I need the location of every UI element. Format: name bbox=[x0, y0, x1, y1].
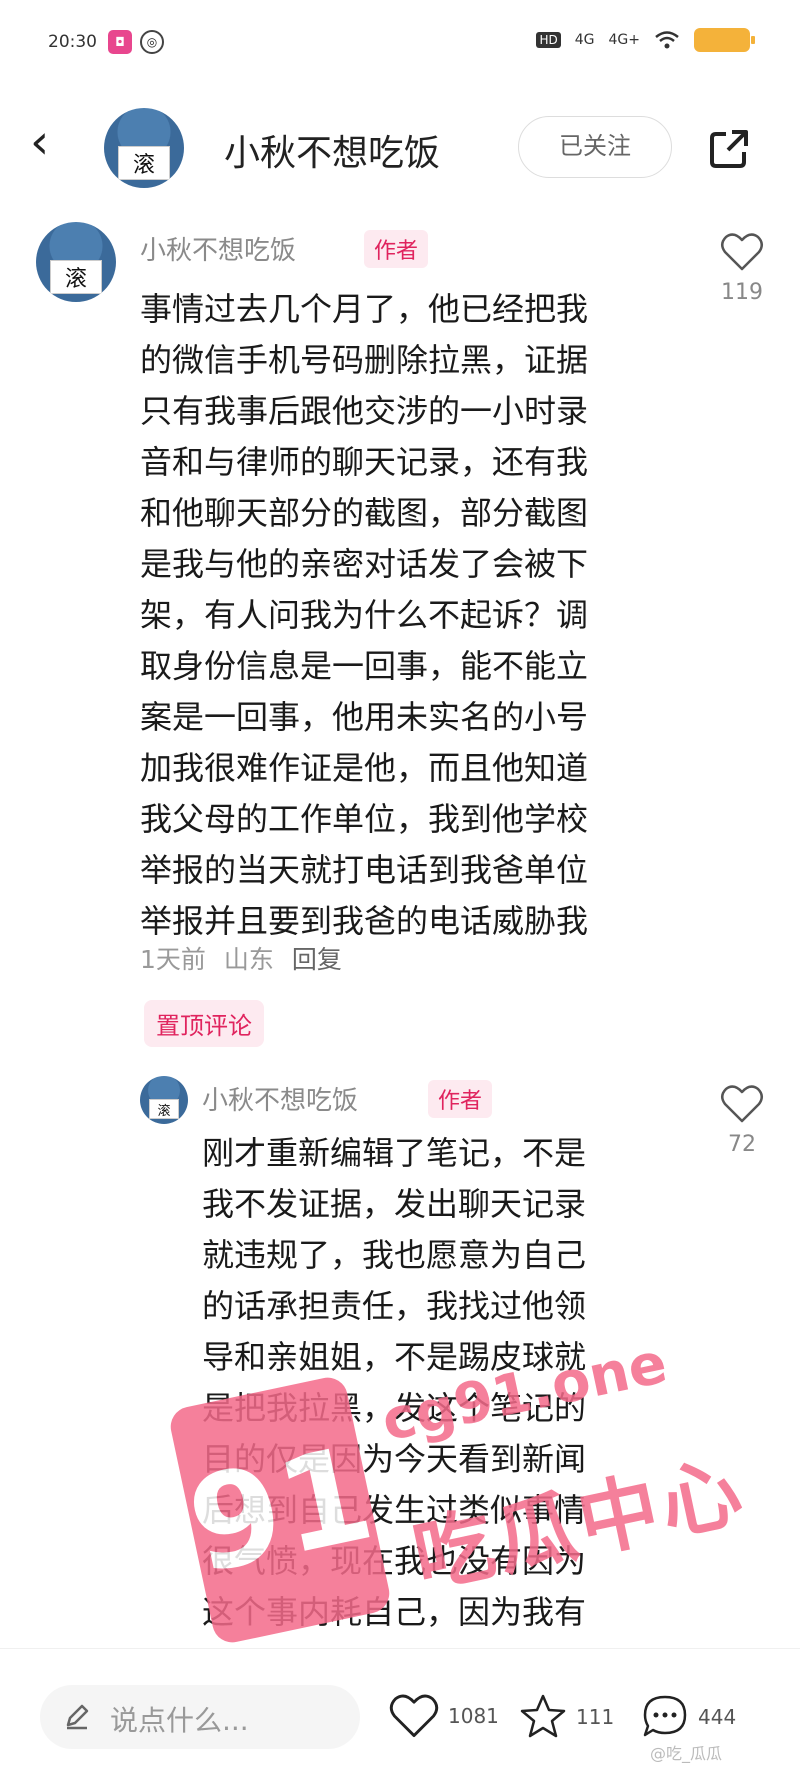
comment-text: 事情过去几个月了，他已经把我 的微信手机号码删除拉黑，证据 只有我事后跟他交涉的一小… bbox=[140, 284, 680, 947]
reply-avatar[interactable]: 滚 bbox=[140, 1076, 188, 1124]
comment-line: 的话承担责任，我找过他领 bbox=[202, 1287, 587, 1325]
hd-badge: HD bbox=[536, 32, 561, 48]
pinned-badge: 置顶评论 bbox=[144, 1000, 264, 1047]
comment-line: 就违规了，我也愿意为自己 bbox=[202, 1236, 587, 1274]
comment-line: 只有我事后跟他交涉的一小时录 bbox=[140, 392, 589, 430]
comment-input[interactable]: 说点什么... bbox=[40, 1685, 360, 1749]
share-icon[interactable] bbox=[706, 124, 754, 172]
comment-like[interactable]: 119 bbox=[712, 232, 772, 305]
status-bar: 20:30 ◘ ◎ HD 4G 4G+ bbox=[0, 0, 800, 80]
status-right: HD 4G 4G+ bbox=[536, 28, 755, 52]
back-arrow-icon[interactable]: ‹ bbox=[30, 118, 49, 166]
heart-icon[interactable] bbox=[720, 1084, 764, 1124]
comment-line: 取身份信息是一回事，能不能立 bbox=[140, 647, 589, 685]
signal-4g-plus: 4G+ bbox=[608, 32, 641, 48]
comment-line: 是把我拉黑，发这个笔记的 bbox=[202, 1389, 587, 1427]
comment-line: 案是一回事，他用未实名的小号 bbox=[140, 698, 589, 736]
post-collect-button[interactable]: 111 bbox=[518, 1693, 614, 1741]
comment-line: 举报的当天就打电话到我爸单位 bbox=[140, 851, 589, 889]
bottom-bar: 说点什么... 1081 111 444 bbox=[0, 1648, 800, 1778]
comment-line: 我父母的工作单位，我到他学校 bbox=[140, 800, 589, 838]
comment-avatar[interactable]: 滚 bbox=[36, 222, 116, 302]
heart-icon bbox=[389, 1694, 439, 1737]
reply-button[interactable]: 回复 bbox=[292, 945, 342, 974]
app-notification-icon: ◘ bbox=[108, 30, 132, 54]
comment-username[interactable]: 小秋不想吃饭 bbox=[140, 230, 296, 267]
comment-line: 后想到自己发生过类似事情 bbox=[202, 1491, 587, 1529]
wifi-icon bbox=[655, 31, 679, 49]
heart-icon[interactable] bbox=[720, 232, 764, 272]
comment-line: 架，有人问我为什么不起诉？调 bbox=[140, 596, 589, 634]
comment-line: 刚才重新编辑了笔记，不是 bbox=[202, 1134, 587, 1172]
avatar-sign-text: 滚 bbox=[148, 1099, 180, 1120]
status-time: 20:30 bbox=[48, 32, 97, 52]
comment-bubble-icon bbox=[643, 1695, 687, 1737]
comment-line: 事情过去几个月了，他已经把我 bbox=[140, 290, 589, 328]
star-icon bbox=[520, 1694, 566, 1738]
avatar-sign-text: 滚 bbox=[50, 260, 102, 294]
post-comment-button[interactable]: 444 bbox=[640, 1693, 736, 1741]
battery-icon bbox=[694, 28, 755, 52]
comment-line: 很气愤，现在我也没有因为 bbox=[202, 1542, 587, 1580]
post-header: ‹ 滚 小秋不想吃饭 已关注 bbox=[0, 88, 800, 208]
comment-meta: 1天前 山东 回复 bbox=[140, 940, 352, 976]
post-like-count: 1081 bbox=[448, 1704, 499, 1728]
author-tag: 作者 bbox=[428, 1080, 493, 1118]
comment-location: 山东 bbox=[223, 945, 274, 974]
comment-line: 目的仅是因为今天看到新闻 bbox=[202, 1440, 587, 1478]
signal-4g: 4G bbox=[574, 32, 595, 48]
author-avatar[interactable]: 滚 bbox=[104, 108, 184, 188]
comment-line: 我不发证据，发出聊天记录 bbox=[202, 1185, 587, 1223]
avatar-sign-text: 滚 bbox=[118, 146, 170, 180]
comment-line: 导和亲姐姐，不是踢皮球就 bbox=[202, 1338, 587, 1376]
post-like-button[interactable]: 1081 bbox=[388, 1693, 499, 1739]
comment-line: 是我与他的亲密对话发了会被下 bbox=[140, 545, 589, 583]
follow-button[interactable]: 已关注 bbox=[518, 116, 672, 178]
like-count: 119 bbox=[721, 280, 763, 305]
comment-line: 加我很难作证是他，而且他知道 bbox=[140, 749, 589, 787]
comment-line: 这个事内耗自己，因为我有 bbox=[202, 1593, 587, 1631]
like-count: 72 bbox=[728, 1132, 756, 1157]
reply-username[interactable]: 小秋不想吃饭 bbox=[202, 1080, 358, 1117]
comment-line: 的微信手机号码删除拉黑，证据 bbox=[140, 341, 589, 379]
author-tag: 作者 bbox=[364, 230, 429, 268]
reply-like[interactable]: 72 bbox=[712, 1084, 772, 1157]
post-collect-count: 111 bbox=[576, 1705, 615, 1729]
comment-line: 和他聊天部分的截图，部分截图 bbox=[140, 494, 589, 532]
post-comment-count: 444 bbox=[698, 1705, 737, 1729]
author-name[interactable]: 小秋不想吃饭 bbox=[224, 124, 440, 176]
app-notification-icon-2: ◎ bbox=[140, 30, 164, 54]
reply-text: 刚才重新编辑了笔记，不是 我不发证据，发出聊天记录 就违规了，我也愿意为自己 的话承担… bbox=[202, 1128, 672, 1638]
comment-time: 1天前 bbox=[140, 945, 206, 974]
comment-line: 音和与律师的聊天记录，还有我 bbox=[140, 443, 589, 481]
comment-input-placeholder: 说点什么... bbox=[110, 1704, 249, 1737]
pen-icon bbox=[66, 1704, 89, 1730]
